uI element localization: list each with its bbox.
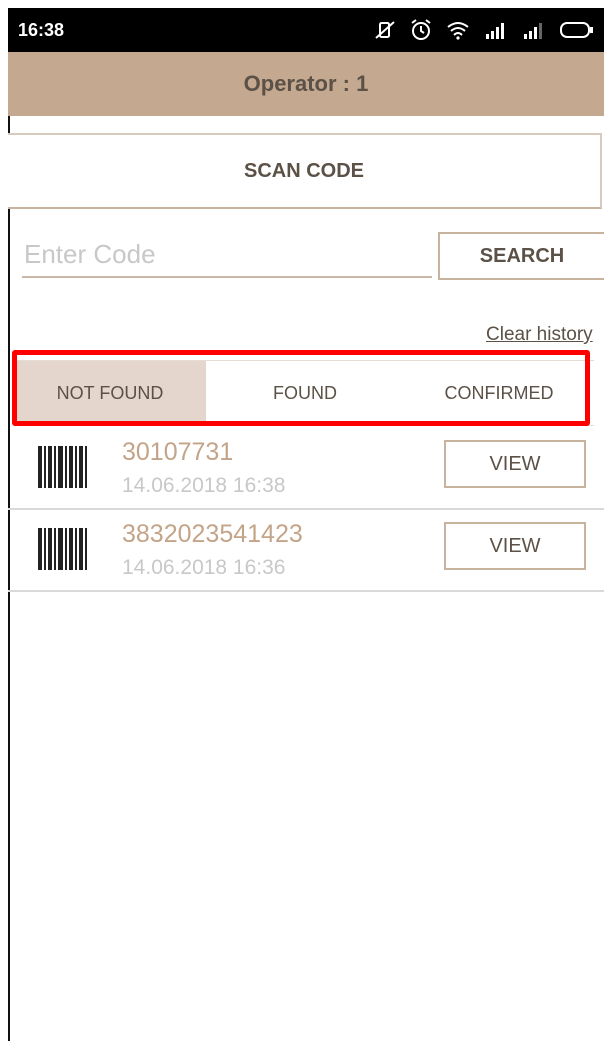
- list-item: 30107731 14.06.2018 16:38 VIEW: [8, 428, 604, 510]
- alarm-icon: [411, 19, 431, 40]
- status-icons: [374, 19, 594, 41]
- signal-icon: [524, 23, 542, 39]
- wifi-icon: [447, 22, 469, 40]
- status-bar: 16:38: [8, 8, 604, 52]
- scan-code-button[interactable]: SCAN CODE: [8, 133, 602, 209]
- tab-found[interactable]: FOUND: [206, 361, 404, 425]
- code-input[interactable]: [22, 232, 432, 278]
- vibrate-off-icon: [375, 21, 395, 39]
- status-tabs: NOT FOUND FOUND CONFIRMED: [14, 360, 594, 426]
- barcode-icon: [38, 446, 87, 488]
- tab-not-found[interactable]: NOT FOUND: [14, 361, 206, 425]
- item-date: 14.06.2018 16:38: [122, 474, 286, 497]
- item-date: 14.06.2018 16:36: [122, 556, 286, 579]
- search-button[interactable]: SEARCH: [438, 232, 604, 280]
- clear-history-link[interactable]: Clear history: [486, 324, 593, 346]
- battery-icon: [560, 22, 593, 38]
- page-title: Operator : 1: [8, 52, 604, 116]
- item-code: 30107731: [122, 438, 234, 466]
- history-list: 30107731 14.06.2018 16:38 VIEW 383202354…: [8, 428, 604, 592]
- list-item: 3832023541423 14.06.2018 16:36 VIEW: [8, 510, 604, 592]
- signal-icon: [486, 23, 504, 39]
- barcode-icon: [38, 528, 87, 570]
- item-code: 3832023541423: [122, 520, 303, 548]
- tab-confirmed[interactable]: CONFIRMED: [404, 361, 594, 425]
- status-time: 16:38: [18, 19, 65, 40]
- view-button[interactable]: VIEW: [444, 440, 586, 488]
- view-button[interactable]: VIEW: [444, 522, 586, 570]
